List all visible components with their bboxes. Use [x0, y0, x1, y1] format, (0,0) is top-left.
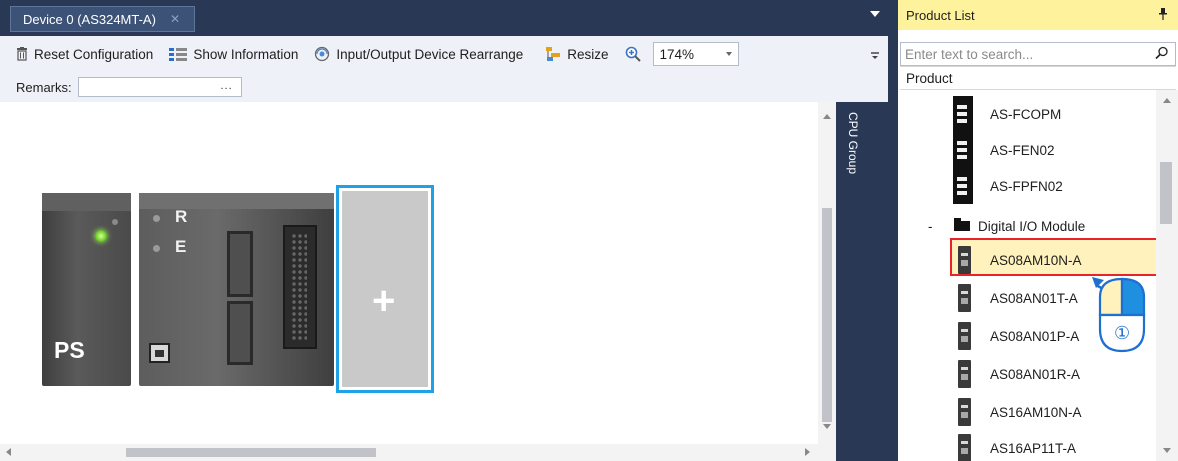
power-supply-module[interactable]: PS: [42, 193, 131, 386]
usb-port-icon: [149, 343, 170, 363]
module-icon: [953, 132, 973, 168]
zoom-value: 174%: [659, 46, 695, 62]
ps-label: PS: [54, 337, 85, 363]
scroll-thumb[interactable]: [126, 448, 376, 457]
resize-button[interactable]: Resize: [545, 46, 609, 62]
module-icon: [958, 398, 971, 426]
scroll-left-icon[interactable]: [6, 448, 11, 456]
module-icon: [958, 284, 971, 312]
zoom-select[interactable]: 174%: [652, 42, 739, 66]
tab-dropdown-icon[interactable]: [870, 11, 880, 17]
error-led-icon: [153, 245, 160, 252]
list-item-selected[interactable]: AS08AM10N-A: [900, 242, 1156, 278]
module-top-edge: [42, 193, 131, 211]
plus-icon: +: [372, 279, 396, 323]
module-icon: [953, 96, 973, 132]
list-item[interactable]: AS-FPFN02: [900, 168, 1156, 204]
cpu-module[interactable]: R E: [139, 193, 334, 386]
product-column-label: Product: [906, 70, 953, 86]
list-icon: [169, 48, 188, 61]
add-module-slot[interactable]: +: [336, 185, 434, 393]
module-icon: [958, 434, 971, 461]
scroll-thumb[interactable]: [1160, 162, 1172, 224]
folder-icon: [954, 218, 970, 231]
toolbar: Reset Configuration Show Information Inp…: [0, 36, 888, 72]
rearrange-icon: [315, 46, 330, 62]
reset-configuration-button[interactable]: Reset Configuration: [16, 47, 153, 62]
cpu-led-r-label: R: [175, 207, 188, 226]
memory-slot: [227, 301, 253, 365]
reset-configuration-label: Reset Configuration: [34, 46, 154, 62]
chevron-down-icon: [725, 52, 732, 56]
list-item[interactable]: AS16AP11T-A: [900, 430, 1156, 461]
trash-icon: [17, 47, 27, 61]
scroll-up-icon[interactable]: [1163, 98, 1171, 103]
configuration-canvas[interactable]: PS R E +: [0, 102, 836, 444]
cpu-group-label[interactable]: CPU Group: [846, 112, 860, 174]
product-label: AS16AP11T-A: [990, 440, 1077, 456]
tab-device-0[interactable]: Device 0 (AS324MT-A) ✕: [10, 6, 195, 32]
show-information-label: Show Information: [193, 46, 299, 62]
scroll-up-icon[interactable]: [823, 114, 831, 119]
scroll-right-icon[interactable]: [805, 448, 810, 456]
remarks-input[interactable]: ...: [77, 77, 242, 97]
memory-slot: [227, 231, 253, 297]
header-gap: [898, 30, 1178, 42]
list-item[interactable]: AS16AM10N-A: [900, 394, 1156, 430]
overflow-icon[interactable]: [870, 48, 880, 62]
scroll-down-icon[interactable]: [1163, 448, 1171, 453]
product-label: AS-FPFN02: [990, 178, 1063, 194]
remarks-label: Remarks:: [16, 79, 72, 95]
module-top-edge: [139, 193, 334, 209]
product-label: AS08AM10N-A: [990, 252, 1082, 268]
scroll-down-icon[interactable]: [823, 424, 831, 429]
io-connector: [283, 225, 317, 349]
product-list-title: Product List: [906, 7, 975, 23]
module-icon: [958, 322, 971, 350]
io-device-rearrange-button[interactable]: Input/Output Device Rearrange: [314, 46, 523, 62]
module-icon: [958, 360, 971, 388]
step-number: ①: [1114, 323, 1130, 344]
product-column-header[interactable]: Product: [900, 66, 1176, 90]
resize-icon: [546, 47, 561, 61]
product-label: AS08AN01T-A: [990, 290, 1078, 306]
module-icon: [958, 246, 971, 274]
product-label: AS-FCOPM: [990, 106, 1062, 122]
product-list-header: Product List: [898, 0, 1178, 30]
product-label: AS-FEN02: [990, 142, 1055, 158]
add-slot-body: +: [342, 191, 428, 387]
mouse-drag-annotation-icon: ①: [1092, 277, 1146, 353]
run-led-icon: [153, 215, 160, 222]
product-list-scrollbar[interactable]: [1156, 90, 1178, 461]
power-led-icon: [95, 230, 107, 242]
cpu-led-e-label: E: [175, 237, 187, 256]
collapse-toggle[interactable]: -: [928, 219, 933, 234]
panel-divider[interactable]: [888, 0, 898, 461]
product-label: AS16AM10N-A: [990, 404, 1082, 420]
product-label: AS08AN01P-A: [990, 328, 1080, 344]
product-search-input[interactable]: Enter text to search...: [900, 42, 1176, 66]
zoom-in-icon[interactable]: [625, 46, 641, 62]
list-item[interactable]: AS-FCOPM: [900, 96, 1156, 132]
close-icon[interactable]: ✕: [170, 12, 180, 26]
tab-title: Device 0 (AS324MT-A): [23, 11, 156, 27]
module-icon: [953, 168, 973, 204]
io-device-rearrange-label: Input/Output Device Rearrange: [336, 46, 524, 62]
cpu-group-panel[interactable]: [836, 102, 888, 461]
scroll-thumb[interactable]: [822, 208, 832, 422]
resize-label: Resize: [567, 46, 609, 62]
show-information-button[interactable]: Show Information: [169, 47, 298, 62]
list-item[interactable]: AS-FEN02: [900, 132, 1156, 168]
category-label: Digital I/O Module: [978, 218, 1086, 234]
list-item[interactable]: AS08AN01R-A: [900, 356, 1156, 392]
product-label: AS08AN01R-A: [990, 366, 1081, 382]
status-led-icon: [112, 219, 118, 225]
document-tab-bar: Device 0 (AS324MT-A) ✕: [0, 0, 888, 36]
pin-icon[interactable]: [1158, 8, 1168, 20]
remarks-browse-button[interactable]: ...: [220, 80, 232, 92]
search-icon[interactable]: [1155, 46, 1169, 60]
search-placeholder: Enter text to search...: [905, 46, 1034, 62]
remarks-row: Remarks: ...: [0, 72, 888, 102]
